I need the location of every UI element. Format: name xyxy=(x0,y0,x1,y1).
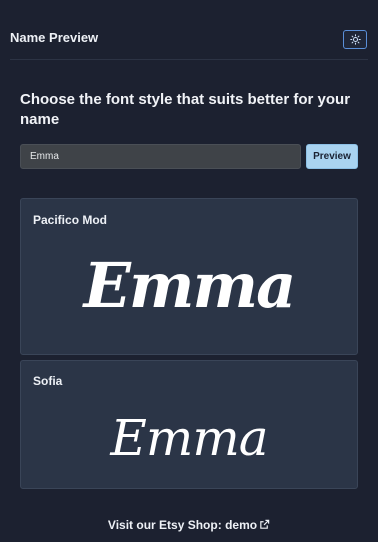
app-root: Name Preview Choose the font style that … xyxy=(0,0,378,542)
font-preview-text: Emma xyxy=(110,409,268,467)
font-card-title: Pacifico Mod xyxy=(33,213,108,227)
etsy-shop-link[interactable]: demo xyxy=(225,518,270,532)
external-link-icon xyxy=(260,519,270,529)
sun-icon xyxy=(349,34,361,45)
section-heading: Choose the font style that suits better … xyxy=(20,91,351,128)
font-card-title: Sofia xyxy=(33,374,63,388)
name-input[interactable] xyxy=(20,144,301,169)
footer-prefix: Visit our Etsy Shop: xyxy=(107,518,222,532)
etsy-shop-link-label: demo xyxy=(225,518,258,532)
font-card-sofia[interactable]: Sofia Emma xyxy=(20,360,358,489)
header: Name Preview xyxy=(0,0,378,60)
header-divider xyxy=(10,59,368,60)
preview-button[interactable]: Preview xyxy=(306,144,358,169)
font-card-pacifico-mod[interactable]: Pacifico Mod Emma xyxy=(20,198,358,355)
page-title: Name Preview xyxy=(10,30,99,45)
footer: Visit our Etsy Shop: demo xyxy=(0,518,378,532)
theme-toggle-button[interactable] xyxy=(343,30,367,49)
font-preview-text: Emma xyxy=(83,249,297,322)
